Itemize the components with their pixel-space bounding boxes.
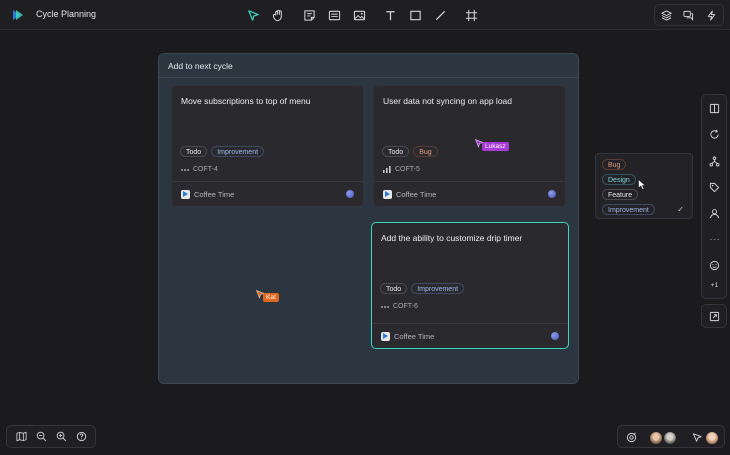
label-tag[interactable]: Bug	[413, 146, 438, 157]
frame-title[interactable]: Add to next cycle	[159, 54, 578, 78]
text-icon[interactable]	[381, 6, 399, 24]
issue-id: COFT-4	[193, 166, 218, 173]
top-right-toolbar	[654, 4, 724, 26]
label-option-improvement[interactable]: Improvement	[602, 204, 655, 215]
emoji-icon[interactable]	[708, 259, 721, 272]
collaborator-avatar[interactable]	[706, 432, 718, 444]
label-tag[interactable]: Improvement	[411, 283, 465, 294]
status-tag[interactable]: Todo	[382, 146, 410, 157]
card-icon[interactable]	[325, 6, 343, 24]
issue-title: Move subscriptions to top of menu	[181, 96, 311, 106]
status-tag[interactable]: Todo	[180, 146, 208, 157]
label-option-feature[interactable]: Feature	[602, 189, 639, 200]
label-option-bug[interactable]: Bug	[602, 159, 627, 170]
project-name: Coffee Time	[394, 332, 435, 341]
project-icon	[383, 190, 392, 199]
issue-meta: COFT-5	[383, 166, 420, 173]
cursor-name-label: Kat	[263, 293, 279, 302]
label-option-design[interactable]: Design	[602, 174, 636, 185]
priority-dots-icon[interactable]	[181, 168, 189, 172]
zoom-in-icon[interactable]	[56, 431, 67, 442]
issue-card-selected[interactable]: Add the ability to customize drip timer …	[371, 222, 569, 349]
mouse-pointer-icon	[638, 179, 646, 190]
card-footer: Coffee Time	[372, 323, 568, 348]
issue-card[interactable]: User data not syncing on app load Todo B…	[373, 85, 566, 207]
check-icon: ✓	[677, 205, 684, 214]
plus-one-icon[interactable]: +1	[708, 279, 721, 292]
collaborator-avatar[interactable]	[664, 432, 676, 444]
issue-id: COFT-6	[393, 303, 418, 310]
image-icon[interactable]	[350, 6, 368, 24]
ai-icon[interactable]	[626, 432, 637, 443]
issue-meta: COFT-6	[381, 303, 418, 310]
user-icon[interactable]	[708, 207, 721, 220]
property-sidebar: +1	[701, 94, 727, 299]
external-link-button[interactable]	[701, 304, 727, 328]
issue-id: COFT-5	[395, 166, 420, 173]
rectangle-icon[interactable]	[406, 6, 424, 24]
card-footer: Coffee Time	[374, 181, 565, 206]
label-tag[interactable]: Improvement	[211, 146, 265, 157]
issue-tags: Todo Improvement	[180, 146, 265, 157]
issue-title: Add the ability to customize drip timer	[381, 233, 523, 243]
issue-title: User data not syncing on app load	[383, 96, 513, 106]
zoom-out-icon[interactable]	[36, 431, 47, 442]
comments-icon[interactable]	[683, 10, 694, 21]
collaborator-avatar[interactable]	[650, 432, 662, 444]
collaborator-cursor-lukasz: Lukasz	[474, 135, 509, 153]
line-icon[interactable]	[431, 6, 449, 24]
layers-icon[interactable]	[660, 9, 672, 21]
hierarchy-icon[interactable]	[708, 155, 721, 168]
pointer-icon[interactable]	[244, 6, 262, 24]
hand-icon[interactable]	[269, 6, 287, 24]
top-bar: Cycle Planning	[0, 0, 730, 30]
issue-card[interactable]: Move subscriptions to top of menu Todo I…	[171, 85, 364, 207]
tag-icon[interactable]	[708, 181, 721, 194]
project-icon	[181, 190, 190, 199]
assignee-avatar[interactable]	[346, 190, 354, 198]
more-dashes-icon[interactable]	[708, 233, 721, 246]
cursor-name-label: Lukasz	[482, 142, 509, 151]
project-name: Coffee Time	[194, 190, 235, 199]
card-footer: Coffee Time	[172, 181, 363, 206]
priority-bars-icon[interactable]	[383, 166, 391, 173]
map-icon[interactable]	[16, 431, 27, 442]
assignee-avatar[interactable]	[551, 332, 559, 340]
project-icon	[381, 332, 390, 341]
issue-tags: Todo Improvement	[380, 283, 465, 294]
external-link-icon	[709, 311, 719, 321]
app-logo-icon[interactable]	[12, 9, 24, 21]
issue-meta: COFT-4	[181, 166, 218, 173]
sticky-note-icon[interactable]	[300, 6, 318, 24]
canvas-controls	[6, 425, 96, 448]
priority-dots-icon[interactable]	[381, 305, 389, 309]
help-icon[interactable]	[76, 431, 87, 442]
cycle-frame[interactable]: Add to next cycle Move subscriptions to …	[158, 53, 579, 384]
lightning-icon[interactable]	[706, 9, 717, 21]
app-title: Cycle Planning	[36, 9, 97, 19]
project-name: Coffee Time	[396, 190, 437, 199]
collaborator-cursor-kat: Kat	[255, 286, 279, 304]
tool-bar	[244, 6, 487, 24]
frame-icon[interactable]	[462, 6, 480, 24]
columns-icon[interactable]	[708, 102, 721, 115]
assignee-avatar[interactable]	[548, 190, 556, 198]
refresh-icon[interactable]	[708, 128, 721, 141]
presenter-icon[interactable]	[692, 432, 703, 443]
issue-tags: Todo Bug	[382, 146, 438, 157]
collaborators-bar	[617, 425, 725, 448]
status-tag[interactable]: Todo	[380, 283, 408, 294]
